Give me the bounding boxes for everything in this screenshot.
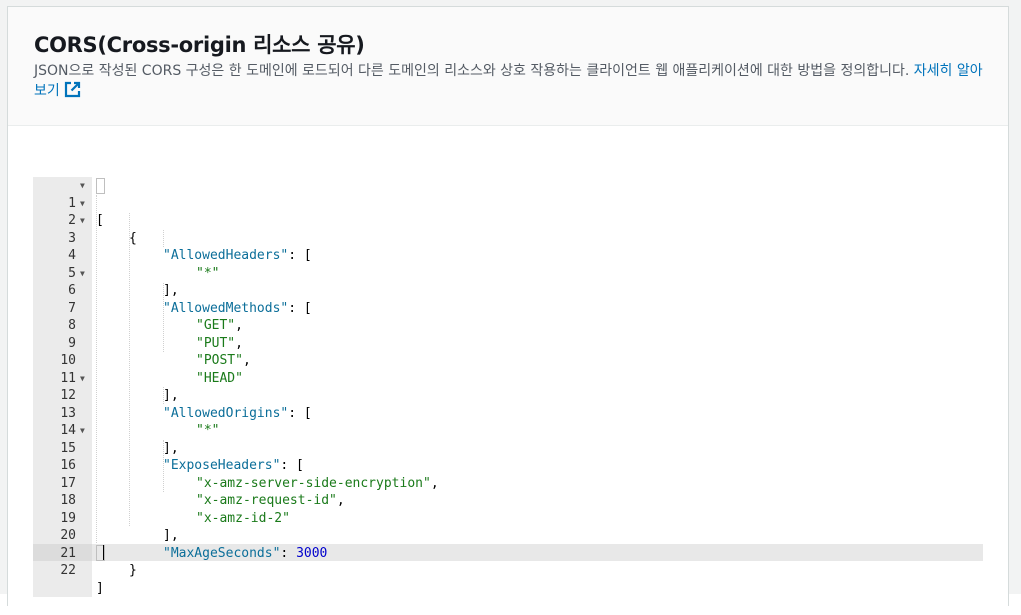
- json-string: "*": [196, 423, 220, 438]
- json-punct: : [: [288, 405, 312, 421]
- code-text: ]: [96, 580, 104, 596]
- indent-guide: [96, 195, 97, 543]
- code-line-12[interactable]: 12 ▼ "AllowedOrigins": [: [33, 370, 311, 421]
- code-line-8[interactable]: 8 "PUT",: [33, 300, 243, 351]
- json-string: "x-amz-server-side-encryption": [196, 475, 431, 491]
- code-line-1[interactable]: 1 ▼ [: [33, 177, 104, 228]
- code-line-2[interactable]: 2 ▼ {: [33, 195, 137, 246]
- code-text: ],: [163, 440, 179, 456]
- code-line-10[interactable]: 10 "HEAD": [33, 335, 243, 386]
- json-key: "MaxAgeSeconds": [163, 545, 281, 561]
- json-punct: ,: [336, 493, 345, 508]
- json-punct: ,: [242, 353, 251, 368]
- code-line-13[interactable]: 13 "*": [33, 387, 219, 439]
- code-text: }: [129, 563, 137, 578]
- text-cursor: [103, 545, 104, 560]
- json-key: "ExposeHeaders": [163, 458, 281, 473]
- code-line-11[interactable]: 11 ],: [33, 352, 178, 404]
- code-line-20[interactable]: 20 "MaxAgeSeconds": 3000: [33, 510, 327, 561]
- code-text: {: [129, 230, 137, 246]
- fold-arrow-icon[interactable]: ▼: [80, 212, 85, 230]
- code-text: ],: [163, 528, 179, 543]
- code-line-9[interactable]: 9 "POST",: [33, 317, 251, 369]
- code-line-7[interactable]: 7 "GET",: [33, 282, 243, 334]
- json-punct: : [: [280, 458, 304, 473]
- description-text: JSON으로 작성된 CORS 구성은 한 도메인에 로드되어 다른 도메인의 …: [34, 63, 910, 79]
- code-text: ],: [163, 283, 179, 298]
- code-line-4[interactable]: 4 "*": [33, 230, 219, 281]
- code-line-21[interactable]: 21 }: [33, 527, 136, 579]
- json-string: "*": [196, 265, 220, 281]
- json-string: "x-amz-id-2": [196, 510, 290, 526]
- json-string: "PUT": [196, 335, 236, 351]
- code-line-22[interactable]: 22 ]: [33, 545, 103, 596]
- external-link-icon[interactable]: [64, 81, 81, 104]
- code-line-3[interactable]: 3 ▼ "AllowedHeaders": [: [33, 212, 312, 263]
- fold-arrow-icon[interactable]: ▼: [80, 177, 85, 195]
- fold-arrow-icon[interactable]: ▼: [80, 370, 85, 388]
- panel-header: CORS(Cross-origin 리소스 공유) JSON으로 작성된 COR…: [8, 7, 1008, 126]
- cors-json-editor[interactable]: 1 ▼ [ 2 ▼ { 3 ▼ "AllowedHeaders": [ 4 "*" 5…: [33, 177, 983, 597]
- code-line-19[interactable]: 19 ],: [33, 492, 178, 544]
- json-string: "GET": [196, 318, 236, 333]
- json-key: "AllowedOrigins": [163, 405, 289, 421]
- json-key: "AllowedHeaders": [163, 248, 289, 263]
- line-number: 22: [60, 563, 76, 578]
- fold-arrow-icon[interactable]: ▼: [80, 265, 85, 283]
- json-number: 3000: [296, 545, 328, 561]
- page-background: CORS(Cross-origin 리소스 공유) JSON으로 작성된 COR…: [0, 0, 1021, 606]
- code-line-6[interactable]: 6 ▼ "AllowedMethods": [: [33, 265, 312, 316]
- bracket-match-open: [96, 178, 105, 194]
- fold-arrow-icon[interactable]: ▼: [80, 422, 85, 440]
- code-line-16[interactable]: 16 "x-amz-server-side-encryption",: [33, 440, 438, 491]
- json-punct: ,: [235, 335, 243, 351]
- json-string: "POST": [196, 353, 243, 368]
- json-key: "AllowedMethods": [163, 300, 289, 316]
- code-line-14[interactable]: 14 ],: [33, 405, 178, 456]
- code-line-17[interactable]: 17 "x-amz-request-id",: [33, 457, 344, 509]
- indent-guide: [129, 213, 130, 526]
- description: JSON으로 작성된 CORS 구성은 한 도메인에 로드되어 다른 도메인의 …: [34, 62, 984, 104]
- json-punct: : [: [288, 300, 312, 316]
- indent-guide: [163, 230, 164, 247]
- code-line-15[interactable]: 15 ▼ "ExposeHeaders": [: [33, 422, 304, 473]
- code-line-5[interactable]: 5 ],: [33, 247, 178, 299]
- json-punct: : [: [288, 248, 312, 263]
- json-punct: :: [280, 545, 297, 561]
- json-string: "HEAD": [196, 370, 243, 386]
- json-punct: ,: [235, 318, 243, 333]
- code-text: [: [96, 213, 104, 228]
- json-string: "x-amz-request-id": [196, 493, 337, 508]
- code-line-18[interactable]: 18 "x-amz-id-2": [33, 475, 290, 526]
- code-text: ],: [163, 388, 179, 403]
- fold-arrow-icon[interactable]: ▼: [80, 195, 85, 213]
- json-punct: ,: [430, 475, 439, 491]
- page-title: CORS(Cross-origin 리소스 공유): [34, 33, 365, 57]
